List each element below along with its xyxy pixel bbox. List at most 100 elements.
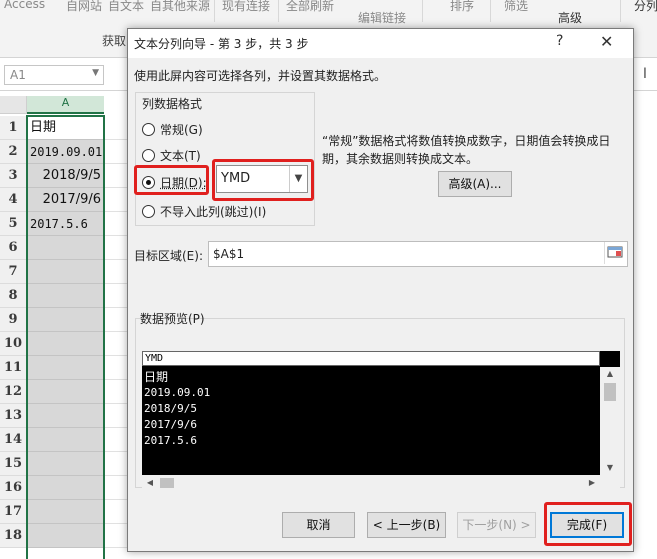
cell-a14[interactable] xyxy=(27,428,104,452)
scroll-up-icon[interactable]: ▲ xyxy=(600,367,620,381)
preview-column-header[interactable]: YMD xyxy=(142,351,600,366)
column-header-a[interactable]: A xyxy=(27,96,104,114)
from-access-button[interactable]: Access xyxy=(4,0,45,11)
worksheet-row: 1 日期 xyxy=(0,116,130,140)
radio-skip[interactable]: 不导入此列(跳过)(I) xyxy=(142,203,266,221)
ribbon-divider xyxy=(214,0,215,22)
cell-a11[interactable] xyxy=(27,356,104,380)
row-header[interactable]: 8 xyxy=(0,284,27,308)
preview-horizontal-scrollbar[interactable]: ◀ ▶ xyxy=(142,475,620,491)
row-header[interactable]: 5 xyxy=(0,212,27,236)
scroll-thumb[interactable] xyxy=(160,478,174,488)
cell-a4[interactable]: 2017/9/6 xyxy=(27,188,104,212)
worksheet-row: 4 2017/9/6 xyxy=(0,188,130,212)
row-header[interactable]: 3 xyxy=(0,164,27,188)
cell-a7[interactable] xyxy=(27,260,104,284)
text-to-columns-button[interactable]: 分列 xyxy=(634,0,657,14)
row-header[interactable]: 1 xyxy=(0,116,27,140)
preview-row: 2018/9/5 xyxy=(142,401,600,417)
filter-button[interactable]: 筛选 xyxy=(504,0,528,14)
row-header[interactable]: 16 xyxy=(0,476,27,500)
radio-text[interactable]: 文本(T) xyxy=(142,147,201,165)
cell-a6[interactable] xyxy=(27,236,104,260)
preview-vertical-scrollbar[interactable]: ▲ ▼ xyxy=(600,367,620,475)
cell-a9[interactable] xyxy=(27,308,104,332)
radio-date[interactable]: 日期(D): xyxy=(142,174,207,192)
back-button[interactable]: < 上一步(B) xyxy=(367,512,446,538)
from-text-button[interactable]: 自文本 xyxy=(108,0,144,14)
cell-a17[interactable] xyxy=(27,500,104,524)
worksheet-row: 14 xyxy=(0,428,130,452)
cell-a1[interactable]: 日期 xyxy=(27,116,104,140)
existing-connections-button[interactable]: 现有连接 xyxy=(222,0,270,14)
row-header[interactable]: 10 xyxy=(0,332,27,356)
cell-a2[interactable]: 2019.09.01 xyxy=(27,140,104,164)
preview-rows: 日期 2019.09.01 2018/9/5 2017/9/6 2017.5.6 xyxy=(142,369,600,449)
row-header[interactable]: 14 xyxy=(0,428,27,452)
dialog-titlebar[interactable]: 文本分列向导 - 第 3 步，共 3 步 ? ✕ xyxy=(128,29,633,58)
destination-input[interactable]: $A$1 xyxy=(208,241,628,267)
from-web-button[interactable]: 自网站 xyxy=(66,0,102,14)
worksheet-row: 7 xyxy=(0,260,130,284)
worksheet-row: 11 xyxy=(0,356,130,380)
chevron-down-icon: ▼ xyxy=(289,166,307,192)
row-header[interactable]: 18 xyxy=(0,524,27,548)
next-button[interactable]: 下一步(N) > xyxy=(457,512,536,538)
radio-circle-icon xyxy=(142,205,155,218)
radio-general-label: 常规(G) xyxy=(160,123,203,137)
row-header[interactable]: 17 xyxy=(0,500,27,524)
text-to-columns-dialog: 文本分列向导 - 第 3 步，共 3 步 ? ✕ 使用此屏内容可选择各列，并设置… xyxy=(127,28,634,552)
range-picker-icon[interactable] xyxy=(604,242,626,264)
from-other-sources-button[interactable]: 自其他来源 xyxy=(150,0,210,14)
scroll-down-icon[interactable]: ▼ xyxy=(600,461,620,475)
scroll-thumb[interactable] xyxy=(604,383,616,401)
cell-a10[interactable] xyxy=(27,332,104,356)
worksheet-row: 2 2019.09.01 xyxy=(0,140,130,164)
preview-row: 2017.5.6 xyxy=(142,433,600,449)
finish-button[interactable]: 完成(F) xyxy=(550,512,624,538)
date-format-select[interactable]: YMD ▼ xyxy=(216,165,308,193)
refresh-all-button[interactable]: 全部刷新 xyxy=(286,0,334,14)
cell-a15[interactable] xyxy=(27,452,104,476)
cell-a8[interactable] xyxy=(27,284,104,308)
column-format-label: 列数据格式 xyxy=(140,95,204,112)
scroll-right-icon[interactable]: ▶ xyxy=(584,475,600,491)
cell-a16[interactable] xyxy=(27,476,104,500)
preview-row: 日期 xyxy=(142,369,600,385)
row-header[interactable]: 12 xyxy=(0,380,27,404)
advanced-button[interactable]: 高级(A)... xyxy=(438,171,512,197)
preview-row: 2017/9/6 xyxy=(142,417,600,433)
dialog-instruction: 使用此屏内容可选择各列，并设置其数据格式。 xyxy=(134,67,386,84)
cell-a18[interactable] xyxy=(27,524,104,548)
cancel-button[interactable]: 取消 xyxy=(282,512,355,538)
cell-a13[interactable] xyxy=(27,404,104,428)
name-box-value: A1 xyxy=(10,68,26,82)
row-header[interactable]: 6 xyxy=(0,236,27,260)
row-header[interactable]: 4 xyxy=(0,188,27,212)
help-button[interactable]: ? xyxy=(556,33,563,49)
row-header[interactable]: 2 xyxy=(0,140,27,164)
chevron-down-icon: ▼ xyxy=(92,68,99,78)
scroll-left-icon[interactable]: ◀ xyxy=(142,475,158,491)
advanced-filter-button[interactable]: 高级 xyxy=(558,9,582,26)
sort-button[interactable]: 排序 xyxy=(450,0,474,14)
row-header[interactable]: 7 xyxy=(0,260,27,284)
select-all-corner[interactable] xyxy=(0,96,27,114)
worksheet-row: 6 xyxy=(0,236,130,260)
radio-circle-icon xyxy=(142,123,155,136)
name-box[interactable]: A1 ▼ xyxy=(4,65,104,85)
cell-a5[interactable]: 2017.5.6 xyxy=(27,212,104,236)
row-header[interactable]: 11 xyxy=(0,356,27,380)
radio-general[interactable]: 常规(G) xyxy=(142,121,203,139)
close-button[interactable]: ✕ xyxy=(600,32,613,51)
row-header[interactable]: 9 xyxy=(0,308,27,332)
cell-a12[interactable] xyxy=(27,380,104,404)
radio-skip-label: 不导入此列(跳过)(I) xyxy=(160,205,266,219)
data-preview[interactable]: YMD 日期 2019.09.01 2018/9/5 2017/9/6 2017.5.6… xyxy=(142,351,620,475)
row-header[interactable]: 13 xyxy=(0,404,27,428)
edit-links-button[interactable]: 编辑链接 xyxy=(358,9,406,26)
radio-text-label: 文本(T) xyxy=(160,149,201,163)
cell-a3[interactable]: 2018/9/5 xyxy=(27,164,104,188)
row-header[interactable]: 15 xyxy=(0,452,27,476)
worksheet-row: 5 2017.5.6 xyxy=(0,212,130,236)
